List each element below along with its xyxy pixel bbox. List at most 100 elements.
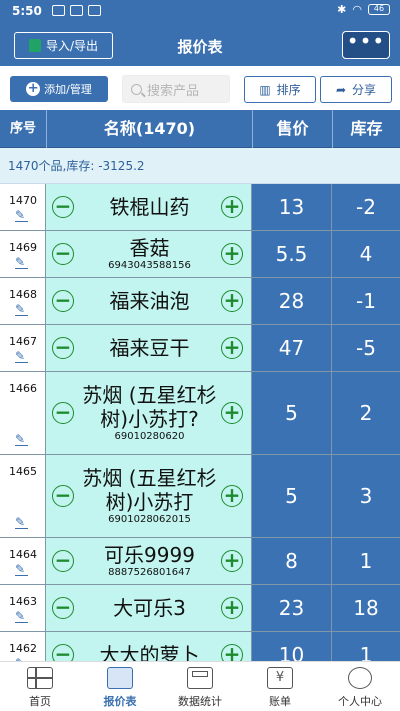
plus-circle-icon[interactable]: + — [221, 196, 243, 218]
header-stock[interactable]: 库存 — [332, 110, 400, 148]
product-name-block[interactable]: 可乐9999 8887526801647 — [80, 543, 219, 579]
header-name[interactable]: 名称(1470) — [46, 110, 252, 148]
edit-icon[interactable]: ✎ — [15, 303, 28, 316]
product-barcode: 69010280620 — [114, 431, 185, 442]
battery-icon: 46 — [368, 4, 390, 15]
plus-circle-icon[interactable]: + — [221, 243, 243, 265]
minus-circle-icon[interactable]: − — [52, 402, 74, 424]
product-stock[interactable]: 18 — [332, 585, 400, 631]
plus-circle-icon[interactable]: + — [221, 597, 243, 619]
plus-circle-icon[interactable]: + — [221, 337, 243, 359]
plus-circle-icon[interactable]: + — [221, 550, 243, 572]
product-price[interactable]: 5.5 — [252, 231, 332, 277]
nav-item-4[interactable]: 个人中心 — [320, 662, 400, 711]
product-stock[interactable]: -5 — [332, 325, 400, 371]
add-manage-button[interactable]: + 添加/管理 — [10, 76, 108, 102]
sort-label: 排序 — [276, 83, 301, 97]
sort-button[interactable]: ▥ 排序 — [244, 76, 316, 103]
header-price[interactable]: 售价 — [252, 110, 332, 148]
minus-circle-icon[interactable]: − — [52, 196, 74, 218]
plus-circle-icon[interactable]: + — [221, 644, 243, 661]
table-row[interactable]: 1470 ✎ − 铁棍山药 +13 -2 — [0, 184, 400, 231]
product-list: 1470 ✎ − 铁棍山药 +13 -2 1469 ✎ − 香菇 6943043588156 +5.5… — [0, 184, 400, 661]
share-button[interactable]: ➦ 分享 — [320, 76, 392, 103]
product-stock[interactable]: 1 — [332, 632, 400, 661]
product-stock[interactable]: 4 — [332, 231, 400, 277]
row-seq: 1464 — [9, 548, 37, 561]
product-name: 福来油泡 — [109, 289, 190, 313]
nav-item-0[interactable]: 首页 — [0, 662, 80, 711]
plus-circle-icon[interactable]: + — [221, 402, 243, 424]
product-name-block[interactable]: 苏烟 (五星红杉树)小苏打? 69010280620 — [80, 383, 219, 443]
product-name-block[interactable]: 香菇 6943043588156 — [80, 236, 219, 272]
table-row[interactable]: 1462✎− 大大的萝卜 +101 — [0, 632, 400, 661]
product-price[interactable]: 5 — [252, 372, 332, 454]
row-seq-cell: 1462✎ — [0, 632, 46, 661]
minus-circle-icon[interactable]: − — [52, 243, 74, 265]
table-row[interactable]: 1466 ✎ − 苏烟 (五星红杉树)小苏打? 69010280620 +5 2 — [0, 372, 400, 455]
product-price[interactable]: 5 — [252, 455, 332, 537]
product-name-block[interactable]: 大大的萝卜 — [80, 643, 219, 661]
edit-icon[interactable]: ✎ — [15, 516, 28, 529]
product-price[interactable]: 23 — [252, 585, 332, 631]
product-name: 大大的萝卜 — [99, 643, 200, 661]
row-seq-cell: 1469 ✎ — [0, 231, 46, 277]
nav-item-2[interactable]: 数据统计 — [160, 662, 240, 711]
minus-circle-icon[interactable]: − — [52, 337, 74, 359]
product-stock[interactable]: 1 — [332, 538, 400, 584]
product-barcode: 6943043588156 — [108, 260, 191, 271]
search-icon — [131, 83, 142, 95]
plus-circle-icon[interactable]: + — [221, 290, 243, 312]
nav-item-3[interactable]: ¥ 账单 — [240, 662, 320, 711]
import-export-button[interactable]: 导入/导出 — [14, 32, 113, 59]
product-price[interactable]: 13 — [252, 184, 332, 230]
product-name-block[interactable]: 苏烟 (五星红杉树)小苏打 6901028062015 — [80, 466, 219, 526]
product-name-block[interactable]: 福来油泡 — [80, 289, 219, 313]
product-name: 铁棍山药 — [109, 195, 190, 219]
row-seq: 1462 — [9, 642, 37, 655]
row-seq: 1468 — [9, 288, 37, 301]
search-input[interactable]: 搜索产品 — [122, 75, 230, 103]
minus-circle-icon[interactable]: − — [52, 290, 74, 312]
table-row[interactable]: 1469 ✎ − 香菇 6943043588156 +5.5 4 — [0, 231, 400, 278]
minus-circle-icon[interactable]: − — [52, 597, 74, 619]
plus-circle-icon[interactable]: + — [221, 485, 243, 507]
product-price[interactable]: 28 — [252, 278, 332, 324]
import-export-label: 导入/导出 — [45, 39, 99, 53]
product-name-block[interactable]: 大可乐3 — [80, 596, 219, 620]
table-row[interactable]: 1468 ✎ − 福来油泡 +28 -1 — [0, 278, 400, 325]
table-row[interactable]: 1463 ✎ − 大可乐3 +23 18 — [0, 585, 400, 632]
nav-item-1[interactable]: 报价表 — [80, 662, 160, 711]
product-stock[interactable]: -1 — [332, 278, 400, 324]
add-manage-label: 添加/管理 — [44, 83, 92, 96]
edit-icon[interactable]: ✎ — [15, 433, 28, 446]
nav-label: 报价表 — [103, 695, 137, 708]
table-row[interactable]: 1465 ✎ − 苏烟 (五星红杉树)小苏打 6901028062015 +5 3 — [0, 455, 400, 538]
product-price[interactable]: 47 — [252, 325, 332, 371]
minus-circle-icon[interactable]: − — [52, 485, 74, 507]
product-price[interactable]: 10 — [252, 632, 332, 661]
minus-circle-icon[interactable]: − — [52, 550, 74, 572]
product-name-block[interactable]: 福来豆干 — [80, 336, 219, 360]
share-label: 分享 — [352, 83, 377, 97]
header-seq[interactable]: 序号 — [0, 110, 46, 148]
product-name-block[interactable]: 铁棍山药 — [80, 195, 219, 219]
product-name: 苏烟 (五星红杉树)小苏打? — [82, 383, 217, 431]
product-stock[interactable]: -2 — [332, 184, 400, 230]
row-seq-cell: 1465 ✎ — [0, 455, 46, 537]
edit-icon[interactable]: ✎ — [15, 209, 28, 222]
edit-icon[interactable]: ✎ — [15, 350, 28, 363]
row-seq-cell: 1466 ✎ — [0, 372, 46, 454]
product-stock[interactable]: 3 — [332, 455, 400, 537]
product-price[interactable]: 8 — [252, 538, 332, 584]
row-seq-cell: 1468 ✎ — [0, 278, 46, 324]
minus-circle-icon[interactable]: − — [52, 644, 74, 661]
excel-icon — [28, 39, 41, 52]
product-stock[interactable]: 2 — [332, 372, 400, 454]
edit-icon[interactable]: ✎ — [15, 256, 28, 269]
table-row[interactable]: 1464 ✎ − 可乐9999 8887526801647 +8 1 — [0, 538, 400, 585]
edit-icon[interactable]: ✎ — [15, 563, 28, 576]
more-menu-button[interactable]: ••• — [342, 31, 390, 59]
edit-icon[interactable]: ✎ — [15, 610, 28, 623]
table-row[interactable]: 1467 ✎ − 福来豆干 +47 -5 — [0, 325, 400, 372]
